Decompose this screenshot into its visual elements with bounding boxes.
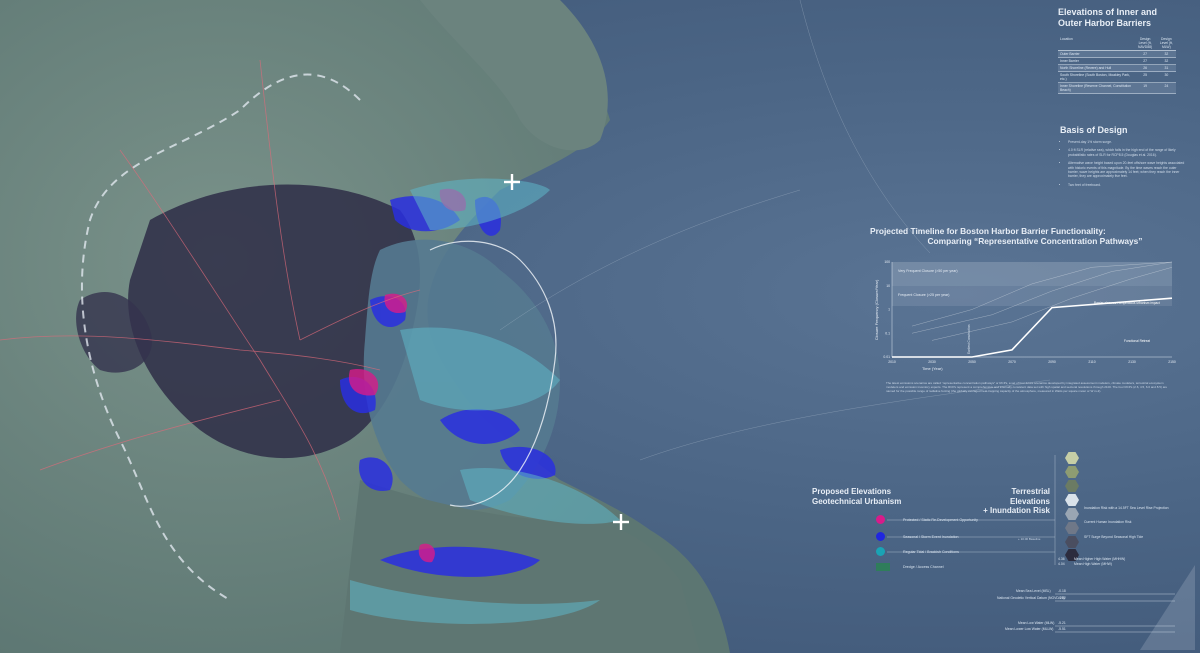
x-tick-label: 2070 [1008, 360, 1016, 364]
y-tick-label: 1 [888, 308, 890, 312]
legend-item-seasonal: Seasonal / Storm Event Inundation [876, 532, 959, 541]
baseline-label: + 10.00 Baseline [1018, 537, 1041, 541]
legend-right-label: Inundation Risk with a 14.5FT Sea Level … [1084, 506, 1169, 510]
legend-right-title: Terrestrial Elevations + Inundation Risk [970, 487, 1050, 516]
closure-frequency-chart: Very Frequent Closure (>50 per year) Fre… [874, 260, 1176, 371]
table-row: Outer Barrier 27 32 [1058, 50, 1176, 58]
x-tick-label: 2050 [968, 360, 976, 364]
col-mlw: Design Level (ft, MLW) [1156, 36, 1176, 51]
x-tick-label: 2150 [1168, 360, 1176, 364]
elevation-value: 4.04 [1058, 562, 1065, 566]
closures-annotation: Barrier closures / Amphibious urbanism i… [1094, 301, 1160, 305]
lower-datum-label: Mean Low Water (MLW) [1018, 621, 1055, 625]
table-row: South Shoreline (South Boston, Moakley P… [1058, 71, 1176, 83]
x-tick-label: 2030 [928, 360, 936, 364]
legend-label: Dredge / Access Channel [903, 565, 944, 569]
y-tick-label: 0.1 [885, 331, 890, 335]
x-ticks: 2010 2030 2050 2070 2090 2110 2130 2150 [888, 360, 1176, 364]
list-item: 4.0 ft SLR (relative sea), which falls i… [1068, 148, 1188, 157]
legend-item-dredge: Dredge / Access Channel [876, 563, 944, 571]
table-row: Inner Barrier 27 32 [1058, 57, 1176, 65]
col-location: Location [1058, 36, 1134, 51]
y-tick-label: 100 [884, 260, 890, 264]
magenta-swatch [876, 515, 885, 524]
legend-right-label: SFT Surge Beyond Seasonal High Tide [1084, 535, 1144, 539]
x-tick-label: 2090 [1048, 360, 1056, 364]
list-item: Present-day 1% storm surge. [1068, 140, 1188, 144]
elevation-value: 4.36 [1058, 557, 1065, 561]
legend-right-title-line1: Terrestrial Elevations [1009, 487, 1050, 506]
legend-right-label: Mean High Water (MHW) [1074, 562, 1112, 566]
elevations-table: Location Design Level (ft, NAVD88) Desig… [1058, 36, 1176, 94]
legend-item-protected: Protected / Static Re-Development Opport… [876, 515, 978, 524]
y-tick-label: 10 [886, 284, 890, 288]
x-axis-label: Time (Year) [922, 366, 943, 371]
basis-list: Present-day 1% storm surge. 4.0 ft SLR (… [1062, 140, 1188, 191]
lower-datum-label: Mean Sea Level (MSL) [1016, 589, 1051, 593]
timeline-title-line1: Projected Timeline for Boston Harbor Bar… [870, 226, 1106, 236]
band-frequent-label: Frequent Closure (>25 per year) [898, 293, 949, 297]
table-row: Inner Shoreline (Reserve Channel, Consti… [1058, 82, 1176, 94]
legend-label: Regular Tidal / Brackish Conditions [903, 549, 959, 554]
elevations-title: Elevations of Inner and Outer Harbor Bar… [1058, 7, 1158, 28]
green-swatch [876, 563, 890, 571]
band-very-frequent-label: Very Frequent Closure (>50 per year) [898, 269, 958, 273]
y-tick-label: 0.01 [883, 355, 890, 359]
legend-left-title-line2: Geotechnical Urbanism [812, 496, 902, 506]
basis-title: Basis of Design [1060, 125, 1128, 135]
lower-datum-label: Mean Lower Low Water (MLLW) [1005, 627, 1054, 631]
legend-label: Seasonal / Storm Event Inundation [903, 534, 959, 539]
map-poster: Elevations of Inner and Outer Harbor Bar… [0, 0, 1200, 653]
list-item: Two feet of freeboard. [1068, 183, 1188, 187]
legend-right-title-line2: + Inundation Risk [983, 506, 1050, 515]
timeline-title: Projected Timeline for Boston Harbor Bar… [870, 226, 1200, 246]
legend-label: Protected / Static Re-Development Opport… [903, 517, 978, 522]
y-ticks: 100 10 1 0.1 0.01 [883, 260, 890, 359]
x-tick-label: 2130 [1128, 360, 1136, 364]
y-axis-label: Closure Frequency (Closure/Year) [874, 279, 879, 340]
col-navd: Design Level (ft, NAVD88) [1133, 36, 1157, 51]
table-row: North Shoreline (Revere) and Hull 26 31 [1058, 64, 1176, 72]
earliest-construction-label: Earliest Construction [967, 324, 971, 354]
legend-item-tidal: Regular Tidal / Brackish Conditions [876, 547, 959, 556]
teal-swatch [876, 547, 885, 556]
timeline-caption: The latest emissions scenarios are calle… [886, 381, 1168, 393]
series-line-1 [892, 297, 1173, 358]
legend-left-title-line1: Proposed Elevations [812, 487, 892, 496]
list-item: Alternative wave height based upon 20-fe… [1068, 161, 1188, 179]
functional-retreat-label: Functional Retreat [1124, 339, 1150, 343]
band-very-frequent [892, 262, 1172, 286]
blue-swatch [876, 532, 885, 541]
legend-right-label: Current Human Inundation Risk [1084, 520, 1132, 524]
datum-lines [1055, 593, 1175, 633]
timeline-title-line2: Comparing “Representative Concentration … [927, 236, 1143, 246]
x-tick-label: 2010 [888, 360, 896, 364]
legend-left-title: Proposed Elevations Geotechnical Urbanis… [812, 487, 901, 506]
x-tick-label: 2110 [1088, 360, 1095, 364]
legend-right-label: Mean Higher High Water (MHHW) [1074, 557, 1126, 561]
